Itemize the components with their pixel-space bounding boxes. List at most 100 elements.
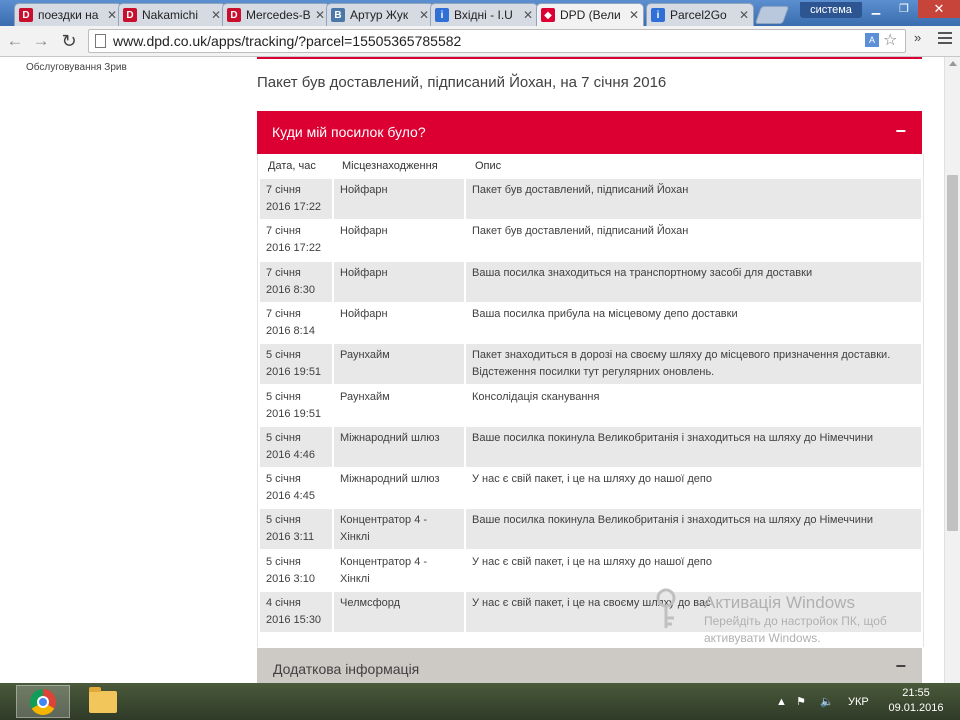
tab-favicon-icon: i xyxy=(651,8,665,22)
table-row: 7 січня 2016 8:30 Нойфарн Ваша посилка знах… xyxy=(260,261,921,302)
location-cell: Раунхайм xyxy=(340,390,390,403)
time-text: 2016 19:51 xyxy=(266,407,322,420)
tab-close-icon[interactable]: ✕ xyxy=(315,8,325,22)
date-cell: 7 січня 2016 8:14 xyxy=(260,303,332,343)
tab-favicon-icon: B xyxy=(331,8,345,22)
scrollbar-thumb[interactable] xyxy=(947,175,958,531)
show-hidden-icons-arrow-icon[interactable]: ▲ xyxy=(776,683,787,720)
language-indicator[interactable]: УКР xyxy=(848,683,869,720)
date-cell: 4 січня 2016 15:30 xyxy=(260,592,332,632)
window-close-button[interactable]: ✕ xyxy=(918,0,960,18)
bookmark-star-icon[interactable]: ☆ xyxy=(883,30,897,50)
tab-close-icon[interactable]: ✕ xyxy=(629,8,639,22)
collapse-icon[interactable]: − xyxy=(895,656,906,677)
address-bar[interactable]: www.dpd.co.uk/apps/tracking/?parcel=1550… xyxy=(88,29,906,53)
watermark-title: Активація Windows xyxy=(704,593,855,612)
date-cell: 5 січня 2016 19:51 xyxy=(260,344,332,385)
browser-tab[interactable]: B Артур Жук ✕ xyxy=(326,3,434,26)
table-row: 5 січня 2016 4:46 Міжнародний шлюз Ваше пос… xyxy=(260,426,921,467)
table-row: 7 січня 2016 8:14 Нойфарн Ваша посилка приб… xyxy=(260,303,921,343)
tab-close-icon[interactable]: ✕ xyxy=(523,8,533,22)
url-text[interactable]: www.dpd.co.uk/apps/tracking/?parcel=1550… xyxy=(113,33,461,49)
translate-icon[interactable]: A xyxy=(865,33,879,47)
date-cell: 7 січня 2016 17:22 xyxy=(260,179,332,219)
restore-icon[interactable]: ❐ xyxy=(890,0,918,18)
date-text: 7 січня xyxy=(266,266,301,279)
user-profile-button[interactable]: система xyxy=(800,2,862,18)
time-text: 2016 8:30 xyxy=(266,283,315,296)
chrome-menu-icon[interactable] xyxy=(938,32,952,47)
time-text: 2016 4:45 xyxy=(266,490,315,503)
browser-tab[interactable]: i Вхідні - I.U ✕ xyxy=(430,3,538,26)
date-text: 5 січня xyxy=(266,555,301,568)
browser-toolbar: ← → ↻ www.dpd.co.uk/apps/tracking/?parce… xyxy=(0,26,960,57)
chrome-taskbar-button[interactable] xyxy=(16,685,70,718)
panel-title: Додаткова інформація xyxy=(273,661,420,677)
volume-icon[interactable]: 🔈 xyxy=(820,683,834,720)
more-extensions-button[interactable]: » xyxy=(914,30,921,45)
reload-icon[interactable]: ↻ xyxy=(58,30,80,52)
system-clock[interactable]: 21:55 09.01.2016 xyxy=(876,686,956,716)
date-cell: 5 січня 2016 19:51 xyxy=(260,386,332,426)
tab-title: Mercedes-B xyxy=(246,8,311,22)
collapse-icon[interactable]: − xyxy=(895,121,906,142)
date-cell: 5 січня 2016 4:46 xyxy=(260,426,332,467)
table-row: 7 січня 2016 17:22 Нойфарн Пакет був достав… xyxy=(260,179,921,219)
description-cell: Ваше посилка покинула Великобританія і з… xyxy=(466,509,921,550)
browser-tab[interactable]: D Nakamichi ✕ xyxy=(118,3,226,26)
service-disruption-link[interactable]: Обслуговування Зрив xyxy=(26,62,127,73)
table-row: 5 січня 2016 4:45 Міжнародний шлюз У нас є … xyxy=(260,468,921,508)
tab-close-icon[interactable]: ✕ xyxy=(107,8,117,22)
browser-tab[interactable]: Dпоездки на ✕ xyxy=(14,3,122,26)
minimize-icon[interactable]: ▁ xyxy=(862,0,890,18)
action-center-flag-icon[interactable]: ⚑ xyxy=(796,683,806,720)
tab-title: Артур Жук xyxy=(350,8,409,22)
table-row: 5 січня 2016 3:10 Концентратор 4 - Хінклі У… xyxy=(260,551,921,591)
browser-tab[interactable]: D Mercedes-B ✕ xyxy=(222,3,330,26)
tab-close-icon[interactable]: ✕ xyxy=(211,8,221,22)
back-arrow-icon[interactable]: ← xyxy=(4,30,26,52)
forward-arrow-icon[interactable]: → xyxy=(30,30,52,52)
column-header-date: Дата, час xyxy=(268,160,316,172)
date-text: 7 січня xyxy=(266,225,301,238)
time-text: 2016 3:10 xyxy=(266,572,315,585)
windows-taskbar: ▲ ⚑ 🔈 УКР 21:55 09.01.2016 xyxy=(0,683,960,720)
date-cell: 7 січня 2016 17:22 xyxy=(260,220,332,260)
table-row: 7 січня 2016 17:22 Нойфарн Пакет був достав… xyxy=(260,220,921,260)
time-text: 2016 15:30 xyxy=(266,614,322,626)
tab-title: Вхідні - I.U xyxy=(454,8,513,22)
tab-favicon-icon: D xyxy=(19,8,33,22)
description-cell: Пакет знаходиться в дорозі на своєму шля… xyxy=(466,344,921,385)
description-cell: Ваша посилка знаходиться на транспортном… xyxy=(466,261,921,302)
browser-tab[interactable]: i Parcel2Go ✕ xyxy=(646,3,754,26)
location-cell: Раунхайм xyxy=(334,344,464,385)
location-cell: Концентратор 4 - Хінклі xyxy=(334,509,464,550)
new-tab-button[interactable] xyxy=(754,6,790,24)
tab-close-icon[interactable]: ✕ xyxy=(419,8,429,22)
date-text: 4 січня xyxy=(266,597,301,609)
description-cell: Пакет був доставлений, підписаний Йохан xyxy=(466,179,921,219)
time-text: 2016 19:51 xyxy=(266,366,322,379)
date-text: 5 січня xyxy=(266,514,301,527)
tab-favicon-icon: D xyxy=(227,8,241,22)
time-text: 2016 17:22 xyxy=(266,242,322,255)
additional-info-panel-header[interactable]: Додаткова інформація − xyxy=(257,648,922,683)
header-accent-line xyxy=(257,57,922,59)
time-text: 2016 4:46 xyxy=(266,448,315,461)
date-text: 7 січня xyxy=(266,184,301,196)
tab-title: поездки на xyxy=(38,8,99,22)
table-row: 5 січня 2016 19:51 Раунхайм Консолідація ск… xyxy=(260,386,921,426)
scroll-up-arrow-icon[interactable] xyxy=(949,61,957,66)
tab-title: Parcel2Go xyxy=(670,8,727,22)
panel-title: Куди мій посилок було? xyxy=(272,124,426,140)
clock-date: 09.01.2016 xyxy=(888,702,944,714)
date-text: 5 січня xyxy=(266,349,301,362)
description-cell: Ваше посилка покинула Великобританія і з… xyxy=(466,426,921,467)
browser-tab[interactable]: ◆ DPD (Вели ✕ xyxy=(536,3,644,26)
time-text: 2016 17:22 xyxy=(266,201,322,213)
explorer-taskbar-button[interactable] xyxy=(76,685,130,718)
vertical-scrollbar[interactable] xyxy=(944,57,960,683)
tab-close-icon[interactable]: ✕ xyxy=(739,8,749,22)
tracking-history-panel-header[interactable]: Куди мій посилок було? − xyxy=(257,111,922,154)
date-cell: 5 січня 2016 4:45 xyxy=(260,468,332,508)
